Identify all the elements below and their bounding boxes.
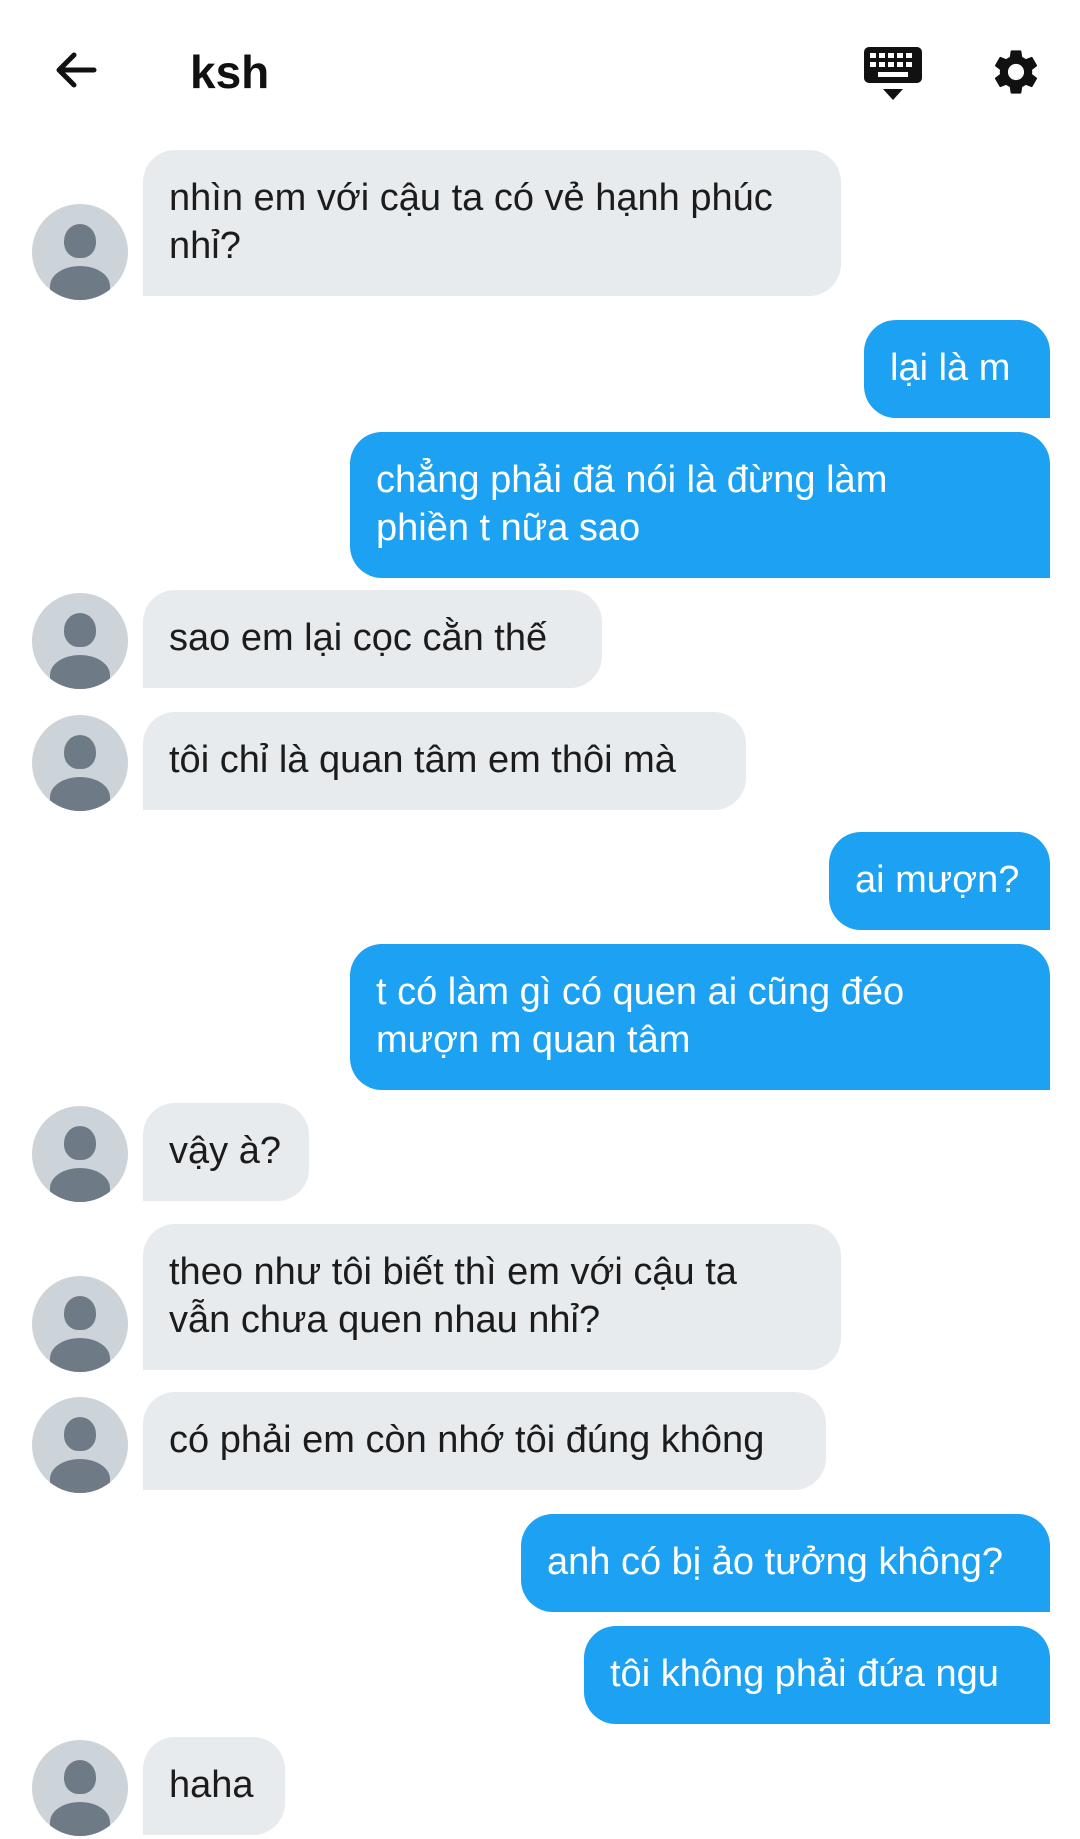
- chat-screen: ksh nhìn em với cậu ta có vẻ hạnh phúc n…: [0, 0, 1080, 1839]
- sender-avatar[interactable]: [32, 715, 128, 811]
- incoming-message[interactable]: nhìn em với cậu ta có vẻ hạnh phúc nhỉ?: [143, 150, 841, 296]
- outgoing-message[interactable]: chẳng phải đã nói là đừng làm phiền t nữ…: [350, 432, 1050, 578]
- avatar-head-shape: [64, 1126, 96, 1160]
- outgoing-message[interactable]: anh có bị ảo tưởng không?: [521, 1514, 1050, 1612]
- settings-button[interactable]: [984, 42, 1048, 106]
- avatar-body-shape: [50, 777, 110, 811]
- sender-avatar[interactable]: [32, 1740, 128, 1836]
- incoming-message[interactable]: haha: [143, 1737, 285, 1835]
- sender-avatar[interactable]: [32, 1276, 128, 1372]
- gear-icon: [989, 45, 1043, 104]
- avatar-body-shape: [50, 1168, 110, 1202]
- incoming-message[interactable]: vậy à?: [143, 1103, 309, 1201]
- sender-avatar[interactable]: [32, 1106, 128, 1202]
- avatar-body-shape: [50, 1802, 110, 1836]
- incoming-message[interactable]: theo như tôi biết thì em với cậu ta vẫn …: [143, 1224, 841, 1370]
- sender-avatar[interactable]: [32, 204, 128, 300]
- keyboard-hide-icon: [862, 45, 924, 108]
- avatar-head-shape: [64, 1760, 96, 1794]
- avatar-head-shape: [64, 613, 96, 647]
- chat-header: ksh: [0, 0, 1080, 140]
- outgoing-message[interactable]: ai mượn?: [829, 832, 1050, 930]
- outgoing-message[interactable]: lại là m: [864, 320, 1050, 418]
- avatar-head-shape: [64, 1296, 96, 1330]
- avatar-head-shape: [64, 1417, 96, 1451]
- sender-avatar[interactable]: [32, 1397, 128, 1493]
- conversation-title: ksh: [190, 46, 270, 98]
- avatar-head-shape: [64, 735, 96, 769]
- avatar-body-shape: [50, 1459, 110, 1493]
- outgoing-message[interactable]: tôi không phải đứa ngu: [584, 1626, 1050, 1724]
- incoming-message[interactable]: có phải em còn nhớ tôi đúng không: [143, 1392, 826, 1490]
- back-button[interactable]: [44, 40, 108, 104]
- incoming-message[interactable]: tôi chỉ là quan tâm em thôi mà: [143, 712, 746, 810]
- keyboard-toggle-button[interactable]: [858, 44, 928, 108]
- avatar-body-shape: [50, 266, 110, 300]
- avatar-body-shape: [50, 1338, 110, 1372]
- avatar-head-shape: [64, 224, 96, 258]
- arrow-left-icon: [52, 46, 100, 99]
- incoming-message[interactable]: sao em lại cọc cằn thế: [143, 590, 602, 688]
- avatar-body-shape: [50, 655, 110, 689]
- sender-avatar[interactable]: [32, 593, 128, 689]
- outgoing-message[interactable]: t có làm gì có quen ai cũng đéo mượn m q…: [350, 944, 1050, 1090]
